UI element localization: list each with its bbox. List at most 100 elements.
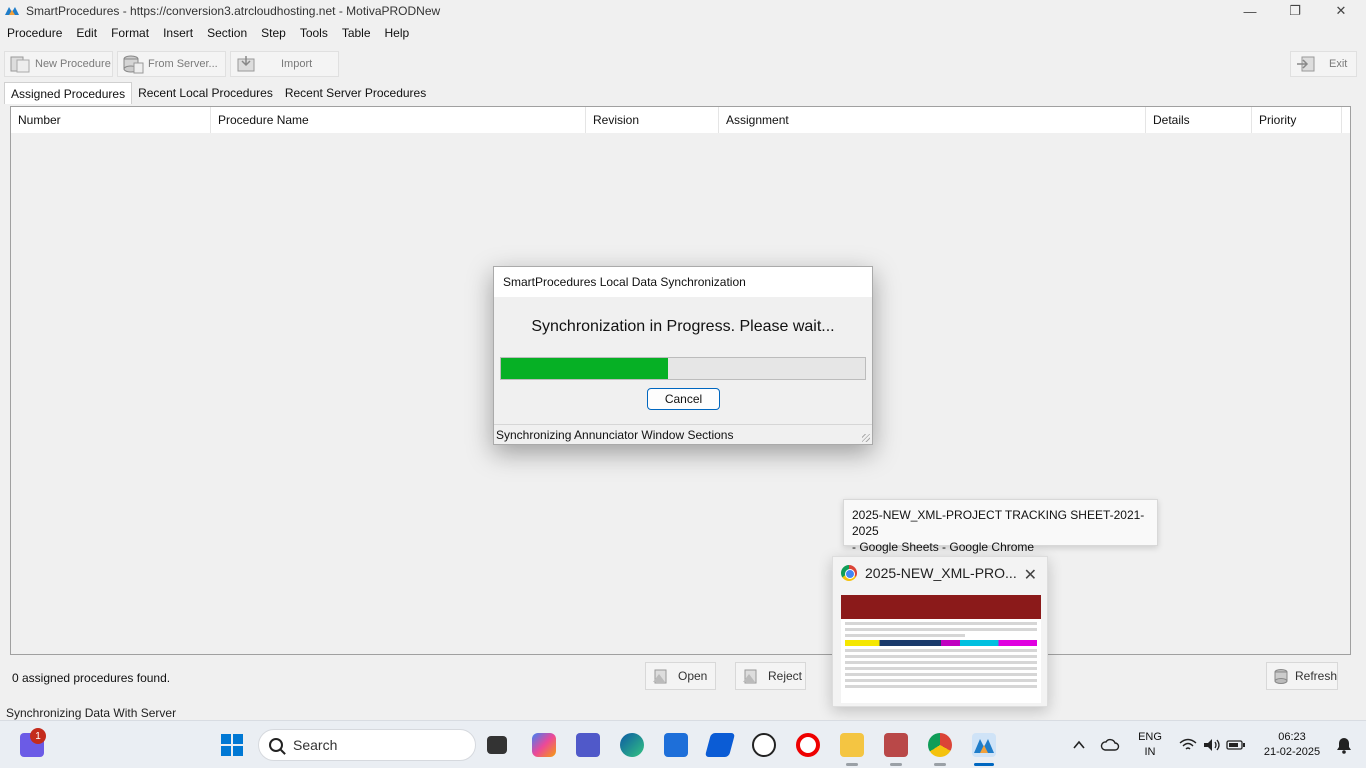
refresh-button[interactable]: Refresh — [1266, 662, 1338, 690]
status-bar-text: Synchronizing Data With Server — [6, 706, 177, 720]
edge-icon[interactable] — [620, 733, 644, 757]
thumbnail-close-icon[interactable]: ✕ — [1024, 565, 1037, 585]
menu-bar: Procedure Edit Format Insert Section Ste… — [0, 22, 1366, 44]
toolbar: New Procedure From Server... Import Exit — [0, 50, 1366, 78]
clock-time: 06:23 — [1278, 731, 1306, 743]
explorer-running-indicator — [846, 763, 858, 766]
dialog-status-text: Synchronizing Annunciator Window Section… — [494, 424, 872, 444]
dialog-title: SmartProcedures Local Data Synchronizati… — [494, 267, 872, 297]
reject-button[interactable]: Reject — [735, 662, 806, 690]
thumbnail-header: 2025-NEW_XML-PRO... — [841, 565, 1041, 581]
exit-label: Exit — [1329, 58, 1348, 70]
remote-desktop-icon[interactable] — [884, 733, 908, 757]
chrome-taskbar-icon[interactable] — [928, 733, 952, 757]
thumbnail-title: 2025-NEW_XML-PRO... — [865, 565, 1017, 581]
progress-fill — [501, 358, 669, 379]
tab-assigned-procedures[interactable]: Assigned Procedures — [4, 82, 133, 104]
dell-icon[interactable] — [752, 733, 776, 757]
menu-insert[interactable]: Insert — [156, 26, 200, 40]
windows-taskbar: 1 Search ENG IN 06:23 21-02-2025 — [0, 720, 1366, 768]
menu-step[interactable]: Step — [254, 26, 293, 40]
import-button[interactable]: Import — [230, 51, 339, 77]
notification-center-icon[interactable] — [1334, 735, 1354, 755]
dialog-message: Synchronization in Progress. Please wait… — [531, 318, 835, 335]
tab-recent-local-procedures[interactable]: Recent Local Procedures — [132, 82, 279, 104]
microsoft-store-icon[interactable] — [664, 733, 688, 757]
task-view-icon[interactable] — [487, 736, 507, 754]
open-label: Open — [678, 669, 708, 683]
open-icon — [652, 668, 670, 684]
taskbar-search-box[interactable]: Search — [258, 729, 476, 761]
import-label: Import — [281, 58, 313, 70]
menu-help[interactable]: Help — [378, 26, 417, 40]
menu-section[interactable]: Section — [200, 26, 254, 40]
clock[interactable]: 06:23 21-02-2025 — [1258, 730, 1326, 760]
copilot-icon[interactable] — [532, 733, 556, 757]
from-server-label: From Server... — [148, 58, 218, 70]
menu-format[interactable]: Format — [104, 26, 156, 40]
smartprocedures-active-indicator — [974, 763, 994, 766]
notification-badge: 1 — [30, 728, 46, 744]
menu-edit[interactable]: Edit — [69, 26, 104, 40]
column-assignment[interactable]: Assignment — [719, 107, 1146, 133]
windows-start-icon[interactable] — [220, 733, 244, 757]
import-icon — [235, 54, 257, 74]
language-code: ENG — [1138, 731, 1162, 743]
clock-date: 21-02-2025 — [1263, 746, 1321, 758]
table-header: Number Procedure Name Revision Assignmen… — [11, 107, 1350, 133]
server-icon — [122, 54, 144, 74]
smartprocedures-app-icon — [4, 5, 20, 17]
chrome-running-indicator — [934, 763, 946, 766]
new-procedure-icon — [9, 54, 31, 74]
menu-procedure[interactable]: Procedure — [0, 26, 69, 40]
refresh-label: Refresh — [1295, 669, 1338, 683]
wifi-icon[interactable] — [1178, 736, 1198, 754]
menu-tools[interactable]: Tools — [293, 26, 335, 40]
procedure-count-label: 0 assigned procedures found. — [12, 671, 171, 685]
column-number[interactable]: Number — [11, 107, 211, 133]
resize-grip-icon[interactable] — [862, 434, 870, 442]
sheet-preview-image — [841, 595, 1041, 703]
tab-recent-server-procedures[interactable]: Recent Server Procedures — [279, 82, 432, 104]
maximize-button[interactable]: ❐ — [1272, 0, 1318, 22]
menu-table[interactable]: Table — [335, 26, 378, 40]
from-server-button[interactable]: From Server... — [117, 51, 226, 77]
exit-icon — [1295, 54, 1317, 74]
tooltip-line-2: - Google Sheets - Google Chrome — [852, 540, 1035, 554]
search-label: Search — [293, 737, 338, 753]
input-language[interactable]: ENG IN — [1134, 730, 1166, 760]
minimize-button[interactable]: — — [1227, 0, 1273, 22]
cancel-button[interactable]: Cancel — [647, 388, 720, 410]
open-button[interactable]: Open — [645, 662, 716, 690]
search-icon — [269, 738, 283, 752]
sync-dialog: SmartProcedures Local Data Synchronizati… — [493, 266, 873, 445]
title-bar: SmartProcedures - https://conversion3.at… — [0, 0, 1366, 22]
volume-icon[interactable] — [1202, 736, 1222, 754]
column-revision[interactable]: Revision — [586, 107, 719, 133]
chrome-icon — [841, 565, 857, 581]
show-hidden-icons-chevron-icon[interactable] — [1070, 736, 1088, 754]
taskbar-tooltip: 2025-NEW_XML-PROJECT TRACKING SHEET-2021… — [843, 499, 1158, 554]
refresh-server-icon — [1273, 668, 1291, 684]
teams-icon[interactable] — [576, 733, 600, 757]
new-procedure-button[interactable]: New Procedure — [4, 51, 113, 77]
reject-icon — [742, 668, 760, 684]
column-details[interactable]: Details — [1146, 107, 1252, 133]
region-code: IN — [1144, 746, 1156, 758]
cloud-sync-icon[interactable] — [1100, 736, 1120, 754]
chrome-window-thumbnail[interactable]: 2025-NEW_XML-PRO... ✕ — [832, 556, 1048, 707]
exit-button[interactable]: Exit — [1290, 51, 1357, 77]
rdp-running-indicator — [890, 763, 902, 766]
procedure-tabs: Assigned Procedures Recent Local Procedu… — [4, 82, 432, 104]
battery-icon[interactable] — [1226, 736, 1246, 754]
window-title: SmartProcedures - https://conversion3.at… — [26, 4, 441, 18]
smartprocedures-taskbar-icon[interactable] — [972, 733, 996, 757]
close-button[interactable]: ✕ — [1318, 0, 1364, 22]
column-priority[interactable]: Priority — [1252, 107, 1342, 133]
opera-icon[interactable] — [796, 733, 820, 757]
tooltip-line-1: 2025-NEW_XML-PROJECT TRACKING SHEET-2021… — [852, 508, 1145, 538]
power-automate-icon[interactable] — [704, 733, 736, 757]
reject-label: Reject — [768, 669, 803, 683]
file-explorer-icon[interactable] — [840, 733, 864, 757]
column-procedure-name[interactable]: Procedure Name — [211, 107, 586, 133]
